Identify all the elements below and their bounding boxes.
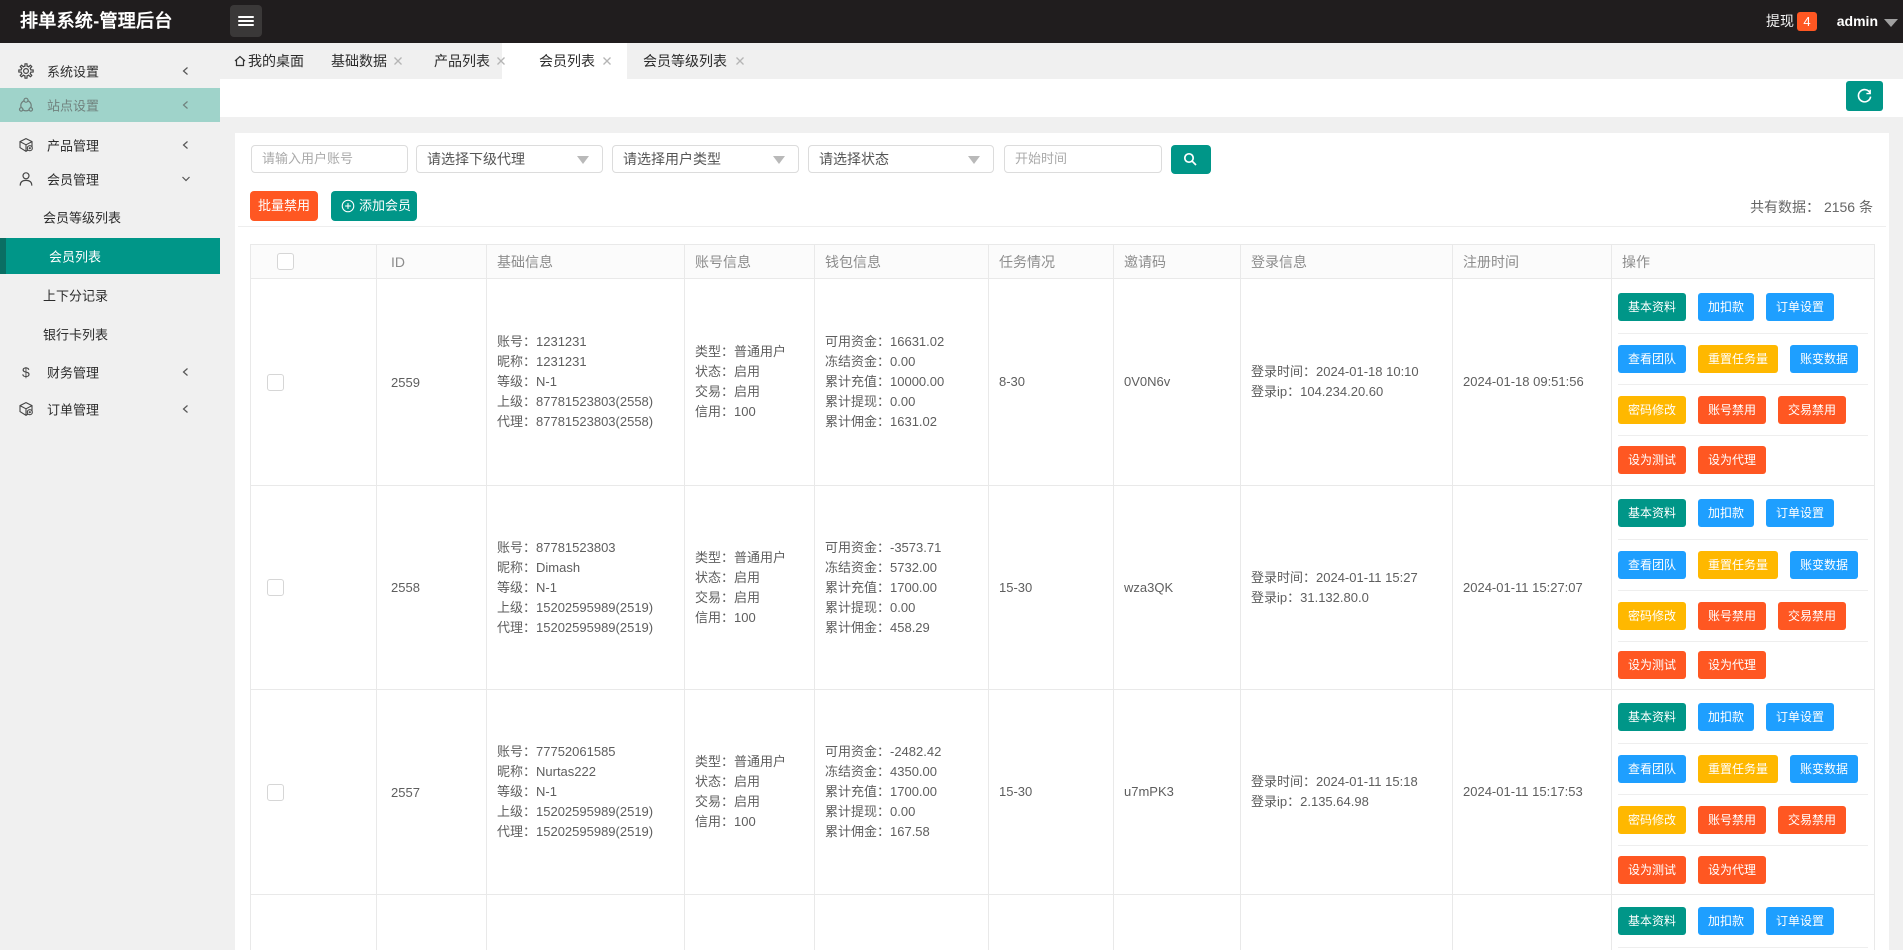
svg-text:$: $	[22, 364, 30, 380]
